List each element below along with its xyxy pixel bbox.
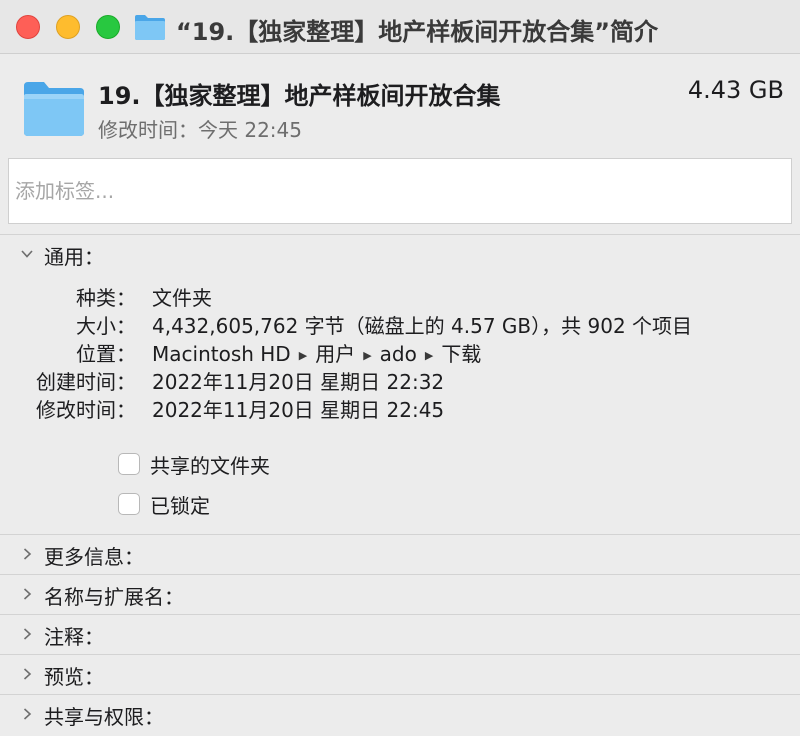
chevron-right-icon[interactable] xyxy=(20,707,34,721)
zoom-button[interactable] xyxy=(96,15,120,39)
path-item[interactable]: ado xyxy=(380,342,417,366)
modified-value: 今天 22:45 xyxy=(198,118,302,142)
modified-date-value: 2022年11月20日 星期日 22:45 xyxy=(152,398,445,422)
kind-key: 种类： xyxy=(76,286,136,310)
size-value: 4,432,605,762 字节（磁盘上的 4.57 GB），共 902 个项目 xyxy=(152,314,693,338)
location-key: 位置： xyxy=(76,342,136,366)
info-header: 19.【独家整理】地产样板间开放合集 4.43 GB 修改时间：今天 22:45 xyxy=(0,54,800,146)
section-sharing-permissions-label: 共享与权限： xyxy=(44,705,164,729)
path-arrow-icon: ▶ xyxy=(424,349,434,362)
window-title: “19.【独家整理】地产样板间开放合集”简介 xyxy=(176,18,659,46)
section-more-info-label: 更多信息： xyxy=(44,545,144,569)
section-comments-label: 注释： xyxy=(44,625,104,649)
chevron-right-icon[interactable] xyxy=(20,547,34,561)
section-general-header[interactable]: 通用： xyxy=(0,235,800,273)
shared-folder-label[interactable]: 共享的文件夹 xyxy=(150,450,270,479)
section-sharing-permissions-header[interactable]: 共享与权限： xyxy=(0,695,800,733)
locked-label[interactable]: 已锁定 xyxy=(150,490,210,519)
section-general-label: 通用： xyxy=(44,245,104,269)
section-preview-label: 预览： xyxy=(44,665,104,689)
chevron-right-icon[interactable] xyxy=(20,667,34,681)
chevron-down-icon[interactable] xyxy=(20,247,34,261)
shared-folder-checkbox[interactable] xyxy=(118,453,140,475)
path-item[interactable]: Macintosh HD xyxy=(152,342,291,366)
locked-checkbox[interactable] xyxy=(118,493,140,515)
location-path: Macintosh HD ▶ 用户 ▶ ado ▶ 下载 xyxy=(152,338,481,367)
created-value: 2022年11月20日 星期日 22:32 xyxy=(152,370,445,394)
info-row-kind: 种类： 文件夹 xyxy=(0,282,800,310)
kind-value: 文件夹 xyxy=(152,286,212,310)
info-row-modified: 修改时间： 2022年11月20日 星期日 22:45 xyxy=(0,394,800,422)
chevron-right-icon[interactable] xyxy=(20,587,34,601)
info-row-size: 大小： 4,432,605,762 字节（磁盘上的 4.57 GB），共 902… xyxy=(0,310,800,338)
path-arrow-icon: ▶ xyxy=(363,349,372,362)
folder-icon xyxy=(135,15,165,40)
section-comments-header[interactable]: 注释： xyxy=(0,615,800,653)
shared-folder-checkbox-row[interactable]: 共享的文件夹 xyxy=(118,450,270,478)
modified-label: 修改时间： xyxy=(98,118,198,142)
section-name-extension-header[interactable]: 名称与扩展名： xyxy=(0,575,800,613)
path-arrow-icon: ▶ xyxy=(298,349,308,362)
modified-summary: 修改时间：今天 22:45 xyxy=(98,114,302,143)
modified-key: 修改时间： xyxy=(36,398,136,422)
section-preview-header[interactable]: 预览： xyxy=(0,655,800,693)
section-more-info-header[interactable]: 更多信息： xyxy=(0,535,800,573)
info-row-location: 位置： Macintosh HD ▶ 用户 ▶ ado ▶ 下载 xyxy=(0,338,800,366)
folder-icon xyxy=(24,82,84,136)
info-row-created: 创建时间： 2022年11月20日 星期日 22:32 xyxy=(0,366,800,394)
section-name-extension-label: 名称与扩展名： xyxy=(44,585,184,609)
file-name: 19.【独家整理】地产样板间开放合集 xyxy=(98,82,501,110)
title-bar[interactable]: “19.【独家整理】地产样板间开放合集”简介 xyxy=(0,0,800,54)
path-item[interactable]: 下载 xyxy=(441,342,481,366)
chevron-right-icon[interactable] xyxy=(20,627,34,641)
path-item[interactable]: 用户 xyxy=(315,342,355,366)
locked-checkbox-row[interactable]: 已锁定 xyxy=(118,490,210,518)
created-key: 创建时间： xyxy=(36,370,136,394)
tags-input[interactable] xyxy=(8,158,792,224)
size-key: 大小： xyxy=(76,314,136,338)
minimize-button[interactable] xyxy=(56,15,80,39)
close-button[interactable] xyxy=(16,15,40,39)
file-size: 4.43 GB xyxy=(687,76,784,104)
get-info-window: “19.【独家整理】地产样板间开放合集”简介 19.【独家整理】地产样板间开放合… xyxy=(0,0,800,736)
